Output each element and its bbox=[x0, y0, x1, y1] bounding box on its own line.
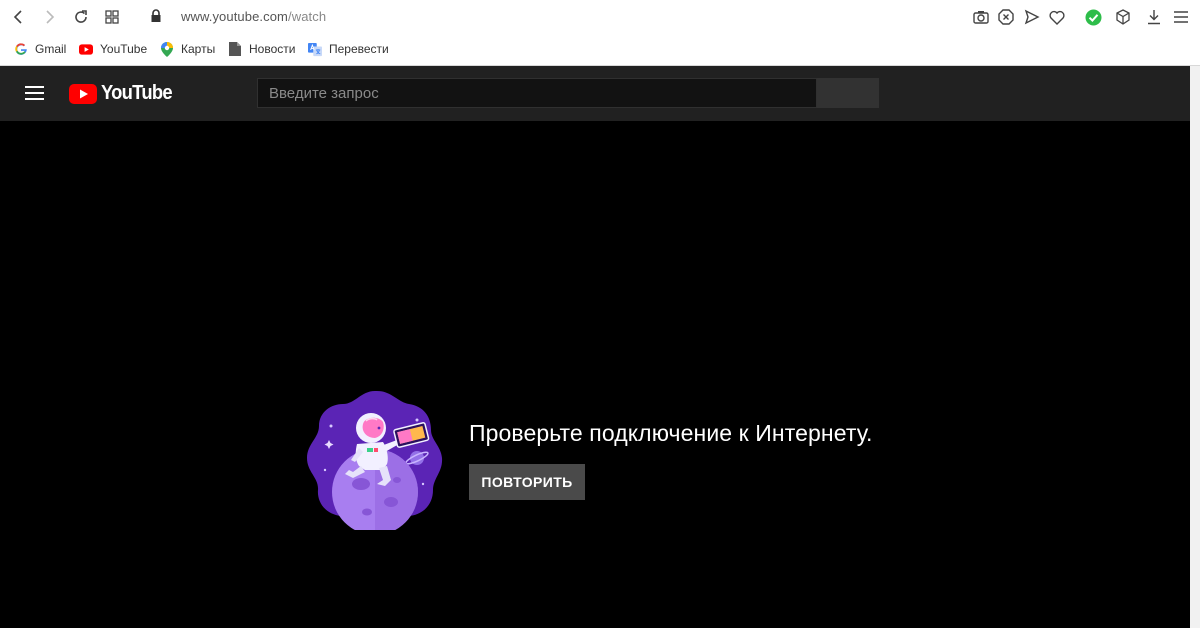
heart-icon[interactable] bbox=[1048, 8, 1066, 26]
browser-toolbar: www.youtube.com/watch Gmail YouTube Карт… bbox=[0, 0, 1200, 66]
connection-error-message: Проверьте подключение к Интернету. bbox=[469, 420, 873, 446]
hamburger-menu-icon[interactable] bbox=[25, 85, 45, 101]
bookmark-news[interactable]: Новости bbox=[228, 40, 295, 58]
extension-cube-icon[interactable] bbox=[1114, 8, 1132, 26]
youtube-logo-text: YouTube bbox=[101, 82, 173, 104]
bookmark-youtube[interactable]: YouTube bbox=[79, 40, 147, 58]
youtube-logo[interactable]: YouTube bbox=[69, 82, 178, 105]
tabs-grid-icon[interactable] bbox=[103, 8, 121, 26]
address-bar[interactable]: www.youtube.com/watch bbox=[181, 9, 326, 24]
youtube-play-logo-icon bbox=[69, 83, 97, 104]
maps-pin-icon bbox=[160, 41, 174, 57]
adblock-icon[interactable] bbox=[997, 8, 1015, 26]
bookmark-translate[interactable]: Перевести bbox=[308, 40, 389, 58]
page-scrollbar[interactable] bbox=[1190, 66, 1200, 628]
search-box bbox=[257, 78, 817, 108]
search-input[interactable] bbox=[258, 79, 816, 107]
retry-button[interactable]: ПОВТОРИТЬ bbox=[469, 464, 585, 500]
google-icon bbox=[14, 42, 28, 56]
document-icon bbox=[228, 42, 242, 56]
vpn-check-icon[interactable] bbox=[1084, 8, 1102, 26]
send-icon[interactable] bbox=[1023, 8, 1041, 26]
bookmark-label: YouTube bbox=[100, 42, 148, 56]
url-path: /watch bbox=[288, 9, 327, 24]
bookmark-maps[interactable]: Карты bbox=[160, 40, 215, 58]
bookmark-gmail[interactable]: Gmail bbox=[14, 40, 66, 58]
bookmark-label: Карты bbox=[181, 42, 216, 56]
download-icon[interactable] bbox=[1145, 8, 1163, 26]
translate-icon bbox=[308, 42, 322, 56]
reload-icon[interactable] bbox=[72, 8, 90, 26]
bookmark-label: Gmail bbox=[35, 42, 67, 56]
back-icon[interactable] bbox=[10, 8, 28, 26]
camera-icon[interactable] bbox=[972, 8, 990, 26]
bookmark-label: Перевести bbox=[329, 42, 389, 56]
youtube-icon bbox=[79, 42, 93, 56]
url-host: www.youtube.com bbox=[181, 9, 288, 24]
forward-icon[interactable] bbox=[40, 8, 58, 26]
lock-icon[interactable] bbox=[150, 9, 162, 23]
youtube-header: YouTube bbox=[0, 66, 1190, 121]
bookmark-label: Новости bbox=[249, 42, 296, 56]
search-button[interactable] bbox=[817, 78, 879, 108]
menu-icon[interactable] bbox=[1172, 8, 1190, 26]
astronaut-illustration bbox=[305, 388, 445, 530]
